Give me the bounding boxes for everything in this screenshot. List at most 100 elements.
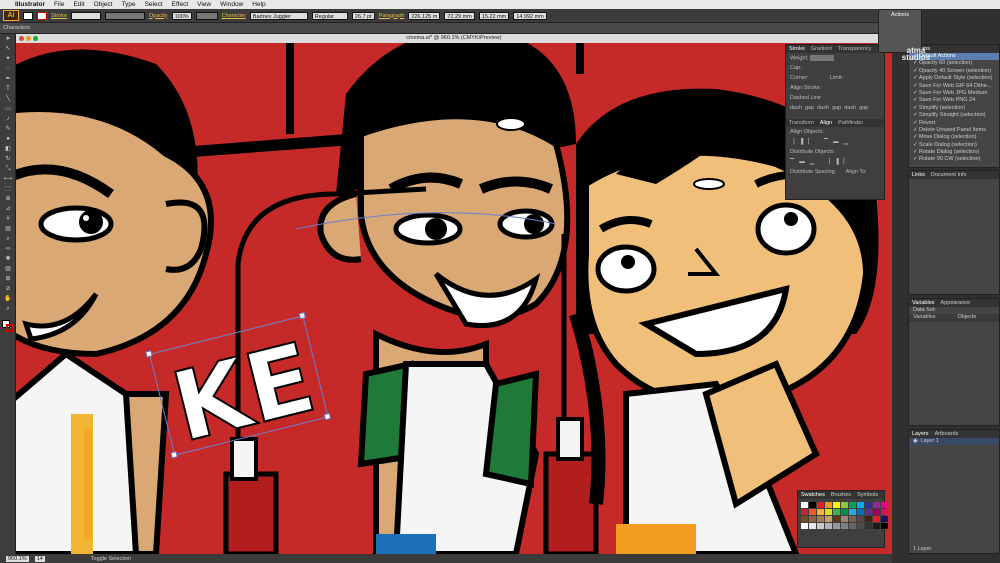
opacity-label[interactable]: Opacity (149, 13, 168, 19)
character-label[interactable]: Character (222, 13, 246, 19)
column-variables[interactable]: Variables (913, 314, 936, 321)
symbol-sprayer-icon[interactable]: ✺ (3, 255, 13, 264)
color-swatch[interactable] (841, 516, 848, 522)
tab-brushes[interactable]: Brushes (831, 491, 851, 499)
fill-swatch[interactable] (23, 11, 33, 20)
menu-select[interactable]: Select (145, 1, 163, 8)
color-swatch[interactable] (825, 523, 832, 529)
color-swatch[interactable] (817, 502, 824, 508)
color-swatch[interactable] (841, 502, 848, 508)
paintbrush-icon[interactable]: ♪ (3, 115, 13, 124)
page-field[interactable]: 14 (34, 555, 45, 562)
tab-layers[interactable]: Layers (912, 430, 929, 438)
action-item[interactable]: ✓Save For Web GIF 64 Dithe... (909, 83, 999, 90)
tab-transparency[interactable]: Transparency (838, 45, 871, 53)
tab-links[interactable]: Links (912, 171, 925, 179)
action-item[interactable]: ✓Save For Web JPG Medium (909, 90, 999, 97)
color-swatch[interactable] (865, 516, 872, 522)
color-swatch[interactable] (817, 516, 824, 522)
selection-tool-icon[interactable]: ➤ (3, 35, 13, 44)
action-item[interactable]: ✓Simplify Straight (selection) (909, 112, 999, 119)
menu-type[interactable]: Type (121, 1, 135, 8)
tab-appearance[interactable]: Appearance (941, 299, 971, 307)
style-field[interactable] (195, 11, 218, 20)
align-buttons[interactable]: ▕▐▏ ▔▬▁ (786, 137, 884, 147)
color-swatch[interactable] (817, 523, 824, 529)
x-field[interactable]: 226.125 m (408, 11, 441, 20)
action-item[interactable]: ✓Delete Unused Panel Items (909, 127, 999, 134)
paragraph-label[interactable]: Paragraph (379, 13, 405, 19)
color-swatch[interactable] (825, 516, 832, 522)
color-swatch[interactable] (817, 509, 824, 515)
graph-tool-icon[interactable]: ▥ (3, 265, 13, 274)
dashed-line-row[interactable]: Dashed Line (786, 93, 884, 103)
color-swatch[interactable] (857, 502, 864, 508)
menu-object[interactable]: Object (94, 1, 113, 8)
action-item[interactable]: ✓Simplify (selection) (909, 105, 999, 112)
color-swatch[interactable] (849, 516, 856, 522)
mesh-icon[interactable]: # (3, 215, 13, 224)
color-swatch[interactable] (849, 502, 856, 508)
color-swatch[interactable] (873, 516, 880, 522)
artboard-tool-icon[interactable]: ⊞ (3, 275, 13, 284)
color-swatch[interactable] (881, 516, 888, 522)
tab-artboards[interactable]: Artboards (935, 430, 959, 438)
color-swatch[interactable] (873, 502, 880, 508)
minimize-window-icon[interactable] (26, 36, 31, 41)
color-swatch[interactable] (809, 509, 816, 515)
layer-row[interactable]: ◉ Layer 1 (909, 438, 999, 446)
tab-transform[interactable]: Transform (789, 119, 814, 127)
eraser-icon[interactable]: ◧ (3, 145, 13, 154)
color-swatch[interactable] (865, 502, 872, 508)
y-field[interactable]: 72.29 mm (444, 11, 475, 20)
color-swatch[interactable] (841, 509, 848, 515)
color-swatch[interactable] (809, 516, 816, 522)
distribute-buttons[interactable]: ▔▬▁ ▕▐▏ (786, 157, 884, 167)
action-item[interactable]: ✓Revert (909, 120, 999, 127)
pen-tool-icon[interactable]: ✒ (3, 75, 13, 84)
tab-stroke[interactable]: Stroke (789, 45, 805, 53)
opacity-field[interactable]: 100% (171, 11, 192, 20)
stroke-label[interactable]: Stroke (51, 13, 67, 19)
h-field[interactable]: 14.992 mm (513, 11, 547, 20)
tab-variables[interactable]: Variables (912, 299, 935, 307)
hand-tool-icon[interactable]: ✋ (3, 295, 13, 304)
color-swatch[interactable] (865, 509, 872, 515)
color-swatch[interactable] (833, 502, 840, 508)
action-item[interactable]: ✓Rotate Dialog (selection) (909, 149, 999, 156)
zoom-tool-icon[interactable]: ⌕ (3, 305, 13, 314)
gap-cell[interactable]: gap (805, 105, 814, 111)
gap-cell[interactable]: gap (832, 105, 841, 111)
color-swatch[interactable] (801, 523, 808, 529)
tab-symbols[interactable]: Symbols (857, 491, 878, 499)
color-swatch[interactable] (833, 523, 840, 529)
menu-window[interactable]: Window (220, 1, 243, 8)
magic-wand-icon[interactable]: ✦ (3, 55, 13, 64)
font-size-field[interactable]: 26.7 pt (351, 11, 375, 20)
color-swatch[interactable] (857, 509, 864, 515)
color-swatch[interactable] (873, 523, 880, 529)
color-swatch[interactable] (849, 523, 856, 529)
perspective-icon[interactable]: ⊿ (3, 205, 13, 214)
color-swatch[interactable] (801, 516, 808, 522)
color-swatch[interactable] (801, 502, 808, 508)
color-swatch[interactable] (809, 523, 816, 529)
rectangle-tool-icon[interactable]: ▭ (3, 105, 13, 114)
menu-help[interactable]: Help (252, 1, 265, 8)
lasso-icon[interactable]: ◌ (3, 65, 13, 74)
rotate-icon[interactable]: ↻ (3, 155, 13, 164)
font-family-field[interactable]: Badnex Juggler (249, 11, 308, 20)
action-item[interactable]: ✓Move Dialog (selection) (909, 134, 999, 141)
layer-name[interactable]: Layer 1 (921, 438, 939, 444)
gap-cell[interactable]: gap (859, 105, 868, 111)
color-swatch[interactable] (873, 509, 880, 515)
app-name[interactable]: Illustrator (15, 1, 45, 8)
action-item[interactable]: ✓Scale Dialog (selection) (909, 142, 999, 149)
color-swatch[interactable] (833, 516, 840, 522)
color-swatch[interactable] (881, 509, 888, 515)
close-window-icon[interactable] (19, 36, 24, 41)
eyedropper-icon[interactable]: ⌕ (3, 235, 13, 244)
font-style-field[interactable]: Regular (311, 11, 348, 20)
visibility-eye-icon[interactable]: ◉ (913, 438, 919, 445)
type-tool-icon[interactable]: T (3, 85, 13, 94)
